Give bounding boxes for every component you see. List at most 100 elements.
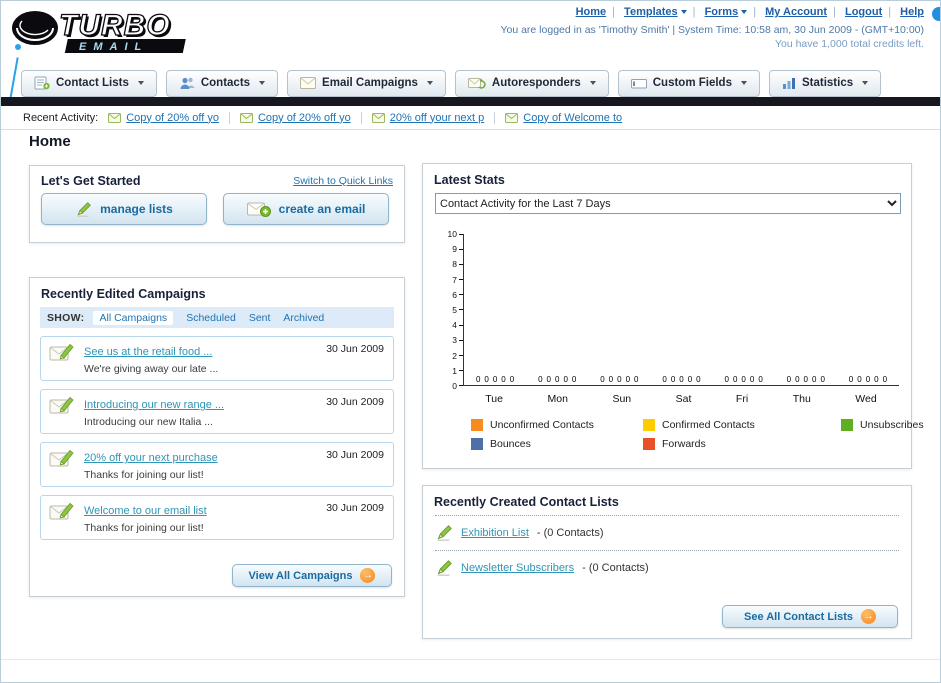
filter-all-campaigns[interactable]: All Campaigns	[93, 310, 174, 325]
campaign-title-link[interactable]: Introducing our new range ...	[84, 399, 224, 411]
chart-value-label: 0	[865, 375, 871, 384]
chart-value-group: 00000	[600, 375, 638, 384]
recent-activity-item: Copy of 20% off yo	[239, 111, 362, 124]
chevron-down-icon	[137, 81, 144, 85]
chart-value-group: 00000	[538, 375, 576, 384]
logo-subtext: EMAIL	[79, 41, 148, 53]
separator	[882, 6, 897, 18]
nav-tab-custom-fields[interactable]: Custom Fields	[617, 70, 760, 97]
nav-tab-label: Statistics	[801, 77, 854, 89]
campaign-title-link[interactable]: Welcome to our email list	[84, 505, 207, 517]
recent-activity-link[interactable]: Copy of 20% off yo	[258, 112, 351, 124]
chart-value-label: 0	[634, 375, 639, 384]
contact-list-count: - (0 Contacts)	[582, 562, 649, 574]
x-axis-label: Wed	[855, 393, 877, 405]
corner-badge	[932, 7, 940, 21]
chart-value-group: 00000	[849, 375, 887, 384]
contact-list-link[interactable]: Exhibition List	[461, 527, 529, 539]
legend-swatch-unsubscribes	[841, 419, 853, 431]
campaign-date: 30 Jun 2009	[326, 343, 384, 355]
envelope-plus-icon	[246, 202, 271, 217]
x-axis-label: Tue	[485, 393, 503, 405]
nav-tab-statistics[interactable]: Statistics	[768, 70, 882, 97]
see-all-contact-lists-button[interactable]: See All Contact Lists	[722, 605, 898, 628]
legend-swatch-forwards	[643, 438, 655, 450]
filter-sent[interactable]: Sent	[249, 312, 271, 324]
contact-list-row: Exhibition List - (0 Contacts)	[423, 519, 911, 547]
chart-value-group: 00000	[476, 375, 514, 384]
chart-value-label: 0	[758, 375, 763, 384]
main-nav: Contact Lists Contacts Email Campaigns A…	[21, 70, 882, 97]
nav-tab-autoresponders[interactable]: Autoresponders	[454, 70, 609, 97]
chart-value-label: 0	[600, 375, 605, 384]
recent-activity-item: 20% off your next p	[371, 111, 496, 124]
x-axis-label: Fri	[735, 393, 749, 405]
envelope-icon	[108, 112, 122, 123]
chart-legend: Unconfirmed Contacts Confirmed Contacts …	[471, 419, 924, 450]
legend-label: Bounces	[490, 438, 531, 450]
latest-stats-title: Latest Stats	[434, 173, 505, 187]
filter-scheduled[interactable]: Scheduled	[186, 312, 236, 324]
chart-value-label: 0	[670, 375, 676, 384]
statistics-icon	[782, 77, 795, 89]
recent-campaigns-panel: Recently Edited Campaigns SHOW: All Camp…	[29, 277, 405, 597]
legend-swatch-bounces	[471, 438, 483, 450]
nav-tab-label: Email Campaigns	[322, 77, 418, 89]
show-label: SHOW:	[47, 311, 85, 324]
page-title: Home	[29, 133, 71, 150]
campaign-title-link[interactable]: 20% off your next purchase	[84, 452, 218, 464]
turbo-email-logo: TURBO TURBO EMAIL	[9, 5, 279, 61]
recent-activity-link[interactable]: 20% off your next p	[390, 112, 485, 124]
get-started-panel: Let's Get Started Switch to Quick Links …	[29, 165, 405, 243]
recent-campaigns-title: Recently Edited Campaigns	[41, 287, 206, 301]
nav-tab-contact-lists[interactable]: Contact Lists	[21, 70, 157, 97]
nav-divider-bar	[1, 97, 940, 106]
chart-value-label: 0	[732, 375, 738, 384]
dotted-divider	[435, 550, 899, 551]
top-link-logout[interactable]: Logout	[845, 6, 882, 18]
legend-entry: Confirmed Contacts	[643, 419, 841, 431]
y-tick-label: 9	[452, 245, 463, 254]
chart-value-label: 0	[679, 375, 684, 384]
nav-tab-email-campaigns[interactable]: Email Campaigns	[287, 70, 446, 97]
logo-text: TURBO	[59, 9, 171, 42]
recent-activity-link[interactable]: Copy of Welcome to	[523, 112, 622, 124]
campaign-subtitle: Thanks for joining our list!	[84, 469, 204, 481]
separator	[747, 6, 762, 18]
switch-quick-links-link[interactable]: Switch to Quick Links	[293, 175, 393, 187]
x-axis-label: Mon	[547, 393, 568, 405]
nav-tab-contacts[interactable]: Contacts	[165, 70, 279, 97]
legend-label: Confirmed Contacts	[662, 419, 755, 431]
top-link-home[interactable]: Home	[576, 6, 607, 18]
chart-value-label: 0	[484, 375, 489, 384]
campaign-title-link[interactable]: See us at the retail food ...	[84, 346, 212, 358]
top-link-forms[interactable]: Forms	[705, 6, 748, 18]
app-window: TURBO TURBO EMAIL Home Templates Forms M…	[0, 0, 941, 683]
envelope-pencil-icon	[49, 502, 74, 520]
recent-activity-label: Recent Activity:	[23, 111, 99, 124]
logo-graphic: TURBO TURBO EMAIL	[12, 8, 186, 53]
create-email-button[interactable]: create an email	[223, 193, 389, 225]
recent-activity-link[interactable]: Copy of 20% off yo	[126, 112, 219, 124]
contact-lists-icon	[34, 76, 50, 90]
chart-value-label: 0	[546, 375, 551, 384]
chart-value-label: 0	[608, 375, 614, 384]
top-link-templates[interactable]: Templates	[624, 6, 687, 18]
see-all-contact-lists-label: See All Contact Lists	[743, 610, 853, 623]
top-link-help[interactable]: Help	[900, 6, 924, 18]
chevron-down-icon	[259, 81, 266, 85]
contact-list-link[interactable]: Newsletter Subscribers	[461, 562, 574, 574]
campaign-date: 30 Jun 2009	[326, 396, 384, 408]
chart-value-label: 0	[857, 375, 862, 384]
chart-value-label: 0	[749, 375, 755, 384]
manage-lists-button[interactable]: manage lists	[41, 193, 207, 225]
y-tick-label: 5	[452, 306, 463, 315]
top-link-my-account[interactable]: My Account	[765, 6, 827, 18]
arrow-right-icon	[360, 568, 376, 583]
filter-archived[interactable]: Archived	[283, 312, 324, 324]
stats-range-select[interactable]: Contact Activity for the Last 7 Days	[435, 193, 901, 214]
legend-entry: Bounces	[471, 438, 643, 450]
view-all-campaigns-button[interactable]: View All Campaigns	[232, 564, 392, 587]
arrow-right-icon	[861, 609, 876, 624]
chart-plot-area: 00000000000000000000000000000000000	[463, 234, 899, 386]
